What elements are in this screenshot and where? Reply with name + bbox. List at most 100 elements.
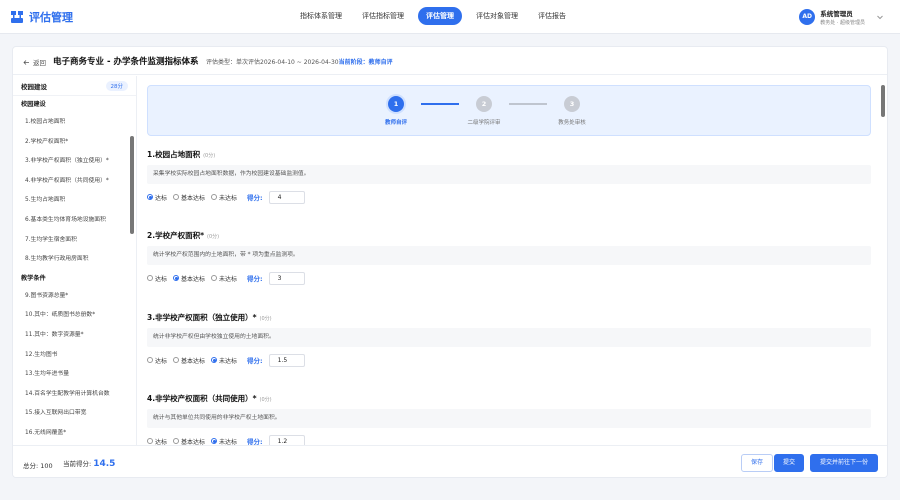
- sidebar-item[interactable]: 6.基本类生均体育场地设施面积: [13, 211, 136, 231]
- nav-item-3[interactable]: 评估对象管理: [470, 7, 524, 25]
- radio-button[interactable]: [173, 357, 180, 363]
- question-title-text: 3.非学校产权面积（独立使用）*: [147, 313, 257, 322]
- page-header: 返回 电子商务专业 - 办学条件监测指标体系 评估类型：单次评估2026-04-…: [13, 47, 887, 75]
- question-description: 统计与其他单位共同使用的非学校产权土地面积。: [147, 409, 871, 428]
- sidebar-item[interactable]: 15.接入互联网出口带宽: [13, 404, 136, 424]
- radio-button[interactable]: [147, 275, 153, 281]
- back-label: 返回: [33, 59, 46, 67]
- rating-option[interactable]: 未达标: [211, 437, 238, 446]
- sidebar-item[interactable]: 1.校园占地面积: [13, 113, 136, 133]
- score-input[interactable]: 3: [268, 271, 305, 285]
- score-input[interactable]: 4: [268, 190, 305, 204]
- radio-button[interactable]: [211, 438, 218, 444]
- nav-item-1[interactable]: 评估指标管理: [356, 7, 410, 25]
- sidebar-scrollbar[interactable]: [130, 136, 134, 234]
- nav-item-2[interactable]: 评估管理: [418, 7, 462, 25]
- sidebar-item[interactable]: 13.生均年进书量: [13, 365, 136, 385]
- sidebar-group-title: 教学条件: [21, 274, 46, 282]
- rating-option[interactable]: 基本达标: [173, 193, 205, 202]
- step-3: 3 教务处审核: [547, 96, 597, 126]
- rating-option[interactable]: 达标: [147, 193, 167, 202]
- radio-button[interactable]: [173, 438, 180, 444]
- current-score-value: 14.5: [93, 459, 116, 469]
- chevron-down-icon[interactable]: [876, 13, 884, 21]
- radio-button[interactable]: [173, 275, 180, 281]
- org-chart-icon: [11, 11, 23, 23]
- step-number: 3: [564, 96, 580, 112]
- rating-option-label: 达标: [155, 438, 168, 446]
- rating-option[interactable]: 达标: [147, 356, 167, 365]
- rating-option[interactable]: 基本达标: [173, 274, 205, 283]
- question-item: 4.非学校产权面积（共同使用）* (0分) 统计与其他单位共同使用的非学校产权土地面…: [147, 393, 871, 445]
- app-logo[interactable]: 评估管理: [10, 9, 73, 25]
- question-title: 2.学校产权面积* (0分): [147, 230, 871, 242]
- sidebar-item[interactable]: 16.无线网覆盖*: [13, 424, 136, 444]
- sidebar-item[interactable]: 4.非学校产权面积（共同使用）*: [13, 172, 136, 192]
- submit-button[interactable]: 提交: [774, 454, 804, 472]
- rating-options: 达标 基本达标 未达标 得分: 1.2: [147, 434, 871, 445]
- rating-option[interactable]: 基本达标: [173, 356, 205, 365]
- radio-button[interactable]: [147, 438, 153, 444]
- radio-button[interactable]: [173, 194, 180, 200]
- sidebar-item[interactable]: 3.非学校产权面积（独立使用）*: [13, 152, 136, 172]
- main-scrollbar[interactable]: [881, 77, 886, 443]
- step-label: 教务处审核: [558, 120, 586, 126]
- rating-option-label: 基本达标: [181, 275, 206, 283]
- sidebar-item[interactable]: 9.图书资源总量*: [13, 287, 136, 307]
- rating-option[interactable]: 未达标: [211, 193, 237, 202]
- step-number: 2: [476, 96, 492, 112]
- rating-option-label: 未达标: [219, 438, 238, 446]
- rating-option-label: 达标: [155, 275, 168, 283]
- score-input[interactable]: 1.5: [268, 353, 305, 367]
- save-button[interactable]: 保存: [741, 454, 773, 472]
- question-max-score: (0分): [259, 316, 272, 322]
- nav-item-0[interactable]: 指标体系管理: [294, 7, 348, 25]
- rating-option[interactable]: 未达标: [211, 274, 237, 283]
- user-menu[interactable]: AD 系统管理员 教务处 · 超级管理员: [799, 8, 884, 26]
- score-badge: 28分: [105, 80, 128, 91]
- step-label: 二级学院评审: [467, 120, 501, 126]
- submit-next-button[interactable]: 提交并前往下一份: [810, 454, 878, 472]
- question-title-text: 2.学校产权面积*: [147, 231, 204, 240]
- user-role: 教务处 · 超级管理员: [820, 20, 865, 26]
- sidebar-item[interactable]: 12.生均图书: [13, 346, 136, 366]
- sidebar-group-title: 校园建设: [21, 101, 46, 108]
- sidebar-item[interactable]: 14.百名学生配教学用计算机台数: [13, 385, 136, 405]
- sidebar-header: 校园建设 28分: [13, 76, 136, 96]
- step-number: 1: [388, 96, 404, 112]
- footer-bar: 总分: 100 当前得分: 14.5 保存 提交 提交并前往下一份: [13, 445, 887, 477]
- radio-button[interactable]: [211, 194, 218, 200]
- radio-button[interactable]: [211, 275, 218, 281]
- avatar[interactable]: AD: [799, 9, 816, 25]
- rating-options: 达标 基本达标 未达标 得分: 3: [147, 271, 871, 285]
- sidebar-item[interactable]: 2.学校产权面积*: [13, 133, 136, 153]
- page-title: 电子商务专业 - 办学条件监测指标体系: [53, 57, 199, 67]
- rating-option-label: 基本达标: [181, 357, 206, 365]
- sidebar-item[interactable]: 8.生均教学行政用房面积: [13, 250, 136, 270]
- sidebar-item[interactable]: 11.其中：数字资源量*: [13, 326, 136, 346]
- sidebar-item[interactable]: 5.生均占地面积: [13, 191, 136, 211]
- sidebar-item[interactable]: 7.生均学生宿舍面积: [13, 231, 136, 251]
- rating-option[interactable]: 达标: [147, 274, 167, 283]
- nav-item-4[interactable]: 评估报告: [532, 7, 572, 25]
- top-bar: 评估管理 指标体系管理 评估指标管理 评估管理 评估对象管理 评估报告 AD 系统管理员…: [0, 0, 900, 34]
- evaluation-card: 返回 电子商务专业 - 办学条件监测指标体系 评估类型：单次评估2026-04-…: [12, 46, 888, 478]
- back-button[interactable]: 返回: [23, 57, 46, 67]
- rating-option[interactable]: 基本达标: [173, 437, 205, 445]
- main-scrollbar-thumb[interactable]: [881, 85, 885, 117]
- user-info: 系统管理员 教务处 · 超级管理员: [820, 8, 865, 26]
- sidebar-item[interactable]: 10.其中：纸质图书总册数*: [13, 306, 136, 326]
- rating-option[interactable]: 未达标: [211, 356, 237, 365]
- arrow-left-icon: [23, 59, 29, 65]
- sidebar-title: 校园建设: [21, 82, 47, 91]
- score-input[interactable]: 1.2: [268, 434, 305, 445]
- question-description: 采集学校实际校园占地面积数据，作为校园建设基础监测值。: [147, 165, 871, 184]
- radio-button[interactable]: [147, 357, 153, 363]
- score-label: 得分:: [247, 357, 263, 365]
- radio-button[interactable]: [147, 194, 153, 200]
- rating-options: 达标 基本达标 未达标 得分: 1.5: [147, 353, 871, 367]
- rating-option-label: 未达标: [219, 275, 238, 283]
- rating-option[interactable]: 达标: [147, 437, 168, 446]
- question-title-text: 4.非学校产权面积（共同使用）*: [147, 394, 257, 403]
- radio-button[interactable]: [211, 357, 218, 363]
